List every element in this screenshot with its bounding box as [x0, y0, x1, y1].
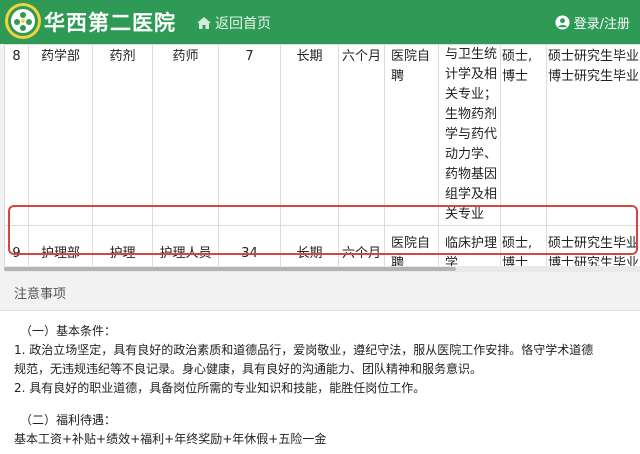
- home-link[interactable]: 返回首页: [196, 12, 271, 34]
- cell-degree: 硕士,博士: [500, 225, 547, 266]
- notice-line: （二）福利待遇：: [20, 413, 117, 427]
- cell-count: 7: [218, 44, 281, 226]
- scrollbar-thumb[interactable]: [4, 267, 456, 271]
- horizontal-scrollbar[interactable]: [4, 266, 640, 272]
- notice-line: 基本工资+补贴+绩效+福利+年终奖励+年休假+五险一金: [14, 432, 327, 446]
- cell-major: 临床护理学: [438, 225, 501, 266]
- cell-method: 医院自聘: [384, 225, 439, 266]
- cell-category: 药剂: [92, 44, 153, 226]
- job-table: 8 药学部 药剂 药师 7 长期 六个月 医院自聘 与卫生统计学及相关专业；生物…: [4, 44, 640, 266]
- hospital-logo-icon[interactable]: [4, 2, 42, 40]
- cell-no: 9: [4, 225, 29, 266]
- notice-line: 1. 政治立场坚定，具有良好的政治素质和道德品行，爱岗敬业，遵纪守法，服从医院工…: [14, 343, 594, 357]
- table-row: 9 护理部 护理 护理人员 34 长期 六个月 医院自聘 临床护理学 硕士,博士…: [4, 225, 640, 266]
- cell-probation: 六个月: [338, 225, 385, 266]
- notice-line: （一）基本条件：: [20, 324, 117, 338]
- cell-method: 医院自聘: [384, 44, 439, 226]
- cell-department: 护理部: [28, 225, 93, 266]
- login-register-label: 登录/注册: [573, 16, 630, 32]
- notice-header: 注意事项: [0, 274, 640, 311]
- site-header: 华西第二医院 返回首页 登录/注册: [0, 0, 640, 44]
- cell-category: 护理: [92, 225, 153, 266]
- cell-position: 药师: [152, 44, 219, 226]
- notice-title: 注意事项: [14, 287, 67, 302]
- cell-education: 硕士研究生毕业 博士研究生毕业: [546, 44, 640, 226]
- login-register-link[interactable]: 登录/注册: [555, 11, 630, 33]
- user-icon: [555, 14, 570, 30]
- cell-probation: 六个月: [338, 44, 385, 226]
- notice-body: （一）基本条件： 1. 政治立场坚定，具有良好的政治素质和道德品行，爱岗敬业，遵…: [0, 311, 640, 454]
- notice-line: 规范，无违规违纪等不良记录。身心健康，具有良好的沟通能力、团队精神和服务意识。: [14, 362, 483, 376]
- cell-term: 长期: [280, 225, 339, 266]
- cell-count: 34: [218, 225, 281, 266]
- home-link-label: 返回首页: [215, 16, 271, 32]
- cell-degree: 硕士,博士: [500, 44, 547, 226]
- home-icon: [197, 17, 211, 29]
- cell-position: 护理人员: [152, 225, 219, 266]
- site-title: 华西第二医院: [44, 11, 176, 35]
- job-table-container[interactable]: 8 药学部 药剂 药师 7 长期 六个月 医院自聘 与卫生统计学及相关专业；生物…: [4, 44, 640, 266]
- cell-education: 硕士研究生毕业 博士研究生毕业: [546, 225, 640, 266]
- cell-term: 长期: [280, 44, 339, 226]
- cell-department: 药学部: [28, 44, 93, 226]
- notice-line: 2. 具有良好的职业道德，具备岗位所需的专业知识和技能，能胜任岗位工作。: [14, 381, 426, 395]
- table-row: 8 药学部 药剂 药师 7 长期 六个月 医院自聘 与卫生统计学及相关专业；生物…: [4, 44, 640, 226]
- cell-major: 与卫生统计学及相关专业；生物药剂学与药代动力学、药物基因组学及相关专业: [438, 44, 501, 226]
- cell-no: 8: [4, 44, 29, 226]
